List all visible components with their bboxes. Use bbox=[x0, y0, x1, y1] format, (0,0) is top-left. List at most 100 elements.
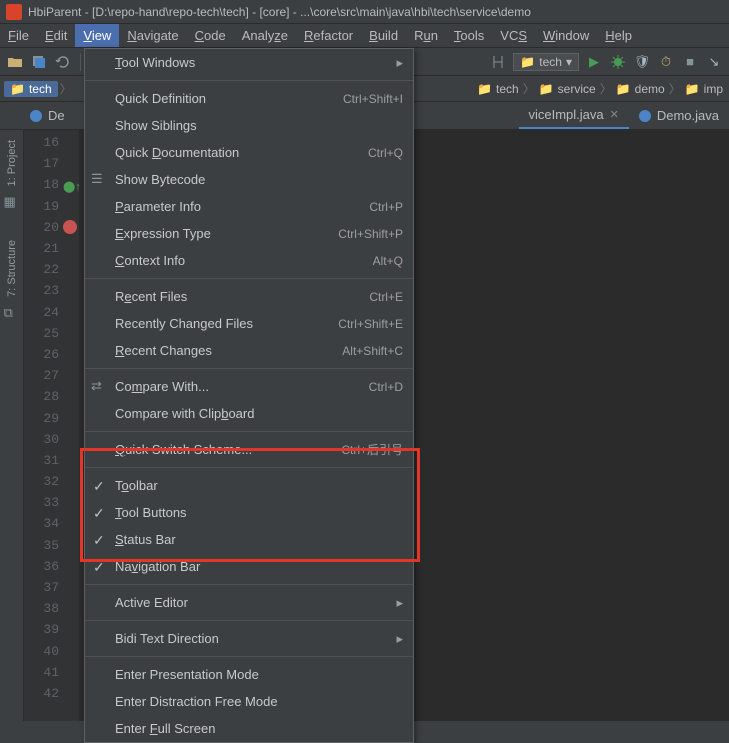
class-icon bbox=[639, 110, 651, 122]
menu-run[interactable]: Run bbox=[406, 24, 446, 47]
close-icon[interactable]: ✕ bbox=[610, 108, 619, 121]
line-number: 16 bbox=[24, 132, 79, 153]
refresh-icon[interactable] bbox=[54, 53, 72, 71]
line-number: 24 bbox=[24, 302, 79, 323]
tab-impl[interactable]: viceImpl.java✕ bbox=[519, 102, 629, 129]
line-number: 28 bbox=[24, 386, 79, 407]
submenu-arrow-icon: ▸ bbox=[396, 595, 403, 611]
submenu-arrow-icon: ▸ bbox=[396, 631, 403, 647]
menu-param-info[interactable]: Parameter InfoCtrl+P bbox=[85, 193, 413, 220]
structure-icon[interactable]: ⧉ bbox=[4, 305, 20, 321]
class-icon bbox=[30, 110, 42, 122]
menu-bidi[interactable]: Bidi Text Direction▸ bbox=[85, 625, 413, 652]
menu-quick-switch[interactable]: Quick Switch Scheme...Ctrl+后引号 bbox=[85, 436, 413, 463]
menu-view[interactable]: View bbox=[75, 24, 119, 47]
line-number: 35 bbox=[24, 535, 79, 556]
menu-bar: File Edit View Navigate Code Analyze Ref… bbox=[0, 24, 729, 48]
debug-icon[interactable] bbox=[609, 53, 627, 71]
menu-active-editor[interactable]: Active Editor▸ bbox=[85, 589, 413, 616]
window-title: HbiParent - [D:\repo-hand\repo-tech\tech… bbox=[28, 5, 531, 19]
view-menu-popup: Tool Windows▸ Quick DefinitionCtrl+Shift… bbox=[84, 48, 414, 743]
crumb-tech[interactable]: 📁tech bbox=[475, 82, 521, 96]
menu-build[interactable]: Build bbox=[361, 24, 406, 47]
project-icon[interactable]: ▦ bbox=[4, 194, 20, 210]
line-number: 39 bbox=[24, 619, 79, 640]
menu-tool-windows[interactable]: Tool Windows▸ bbox=[85, 49, 413, 76]
editor-gutter: 161718⬤↑19202122232425262728293031323334… bbox=[24, 130, 80, 721]
menu-file[interactable]: File bbox=[0, 24, 37, 47]
line-number: 27 bbox=[24, 365, 79, 386]
coverage-icon[interactable]: 🛡 bbox=[633, 53, 651, 71]
line-number: 17 bbox=[24, 153, 79, 174]
crumb-service[interactable]: 📁service bbox=[537, 82, 598, 96]
menu-expression-type[interactable]: Expression TypeCtrl+Shift+P bbox=[85, 220, 413, 247]
menu-full-screen[interactable]: Enter Full Screen bbox=[85, 715, 413, 742]
menu-recently-changed[interactable]: Recently Changed FilesCtrl+Shift+E bbox=[85, 310, 413, 337]
stop-icon[interactable]: ■ bbox=[681, 53, 699, 71]
line-number: 41 bbox=[24, 662, 79, 683]
crumb-demo[interactable]: 📁demo bbox=[614, 82, 667, 96]
bytecode-icon: ☰ bbox=[91, 171, 107, 187]
line-number: 31 bbox=[24, 450, 79, 471]
check-icon: ✓ bbox=[93, 532, 105, 549]
line-number: 26 bbox=[24, 344, 79, 365]
line-number: 38 bbox=[24, 598, 79, 619]
run-config-selector[interactable]: 📁 tech ▾ bbox=[513, 53, 579, 71]
attach-icon[interactable]: ↘ bbox=[705, 53, 723, 71]
line-number: 32 bbox=[24, 471, 79, 492]
menu-tools[interactable]: Tools bbox=[446, 24, 492, 47]
menu-navigate[interactable]: Navigate bbox=[119, 24, 186, 47]
check-icon: ✓ bbox=[93, 478, 105, 495]
run-config-label: tech bbox=[539, 55, 562, 69]
tab-demo[interactable]: Demo.java bbox=[629, 102, 729, 129]
submenu-arrow-icon: ▸ bbox=[396, 55, 403, 71]
menu-context-info[interactable]: Context InfoAlt+Q bbox=[85, 247, 413, 274]
line-number: 42 bbox=[24, 683, 79, 704]
menu-vcs[interactable]: VCS bbox=[492, 24, 535, 47]
menu-quick-doc[interactable]: Quick DocumentationCtrl+Q bbox=[85, 139, 413, 166]
open-icon[interactable] bbox=[6, 53, 24, 71]
diff-icon: ⇄ bbox=[91, 378, 107, 394]
line-number: 22 bbox=[24, 259, 79, 280]
save-all-icon[interactable] bbox=[30, 53, 48, 71]
line-number: 29 bbox=[24, 407, 79, 428]
line-number: 36 bbox=[24, 556, 79, 577]
menu-status-bar-toggle[interactable]: ✓Status Bar bbox=[85, 526, 413, 553]
tab-1[interactable]: De bbox=[0, 102, 75, 129]
menu-nav-bar-toggle[interactable]: ✓Navigation Bar bbox=[85, 553, 413, 580]
chevron-down-icon: ▾ bbox=[566, 55, 572, 69]
line-number: 23 bbox=[24, 280, 79, 301]
menu-show-siblings[interactable]: Show Siblings bbox=[85, 112, 413, 139]
menu-edit[interactable]: Edit bbox=[37, 24, 75, 47]
menu-quick-definition[interactable]: Quick DefinitionCtrl+Shift+I bbox=[85, 85, 413, 112]
tool-project[interactable]: 1: Project bbox=[6, 134, 18, 192]
line-number: 33 bbox=[24, 492, 79, 513]
menu-compare-with[interactable]: ⇄Compare With...Ctrl+D bbox=[85, 373, 413, 400]
app-icon bbox=[6, 4, 22, 20]
crumb-imp[interactable]: 📁imp bbox=[683, 82, 725, 96]
check-icon: ✓ bbox=[93, 559, 105, 576]
line-number: 34 bbox=[24, 513, 79, 534]
menu-presentation-mode[interactable]: Enter Presentation Mode bbox=[85, 661, 413, 688]
vcs-icon[interactable] bbox=[489, 53, 507, 71]
menu-window[interactable]: Window bbox=[535, 24, 597, 47]
menu-compare-clipboard[interactable]: Compare with Clipboard bbox=[85, 400, 413, 427]
module-tag[interactable]: 📁tech bbox=[4, 81, 58, 97]
menu-analyze[interactable]: Analyze bbox=[234, 24, 296, 47]
tool-structure[interactable]: 7: Structure bbox=[6, 234, 18, 303]
menu-toolbar-toggle[interactable]: ✓Toolbar bbox=[85, 472, 413, 499]
menu-refactor[interactable]: Refactor bbox=[296, 24, 361, 47]
menu-code[interactable]: Code bbox=[187, 24, 234, 47]
line-number: 20 bbox=[24, 217, 79, 238]
menu-recent-files[interactable]: Recent FilesCtrl+E bbox=[85, 283, 413, 310]
menu-recent-changes[interactable]: Recent ChangesAlt+Shift+C bbox=[85, 337, 413, 364]
menu-show-bytecode[interactable]: ☰Show Bytecode bbox=[85, 166, 413, 193]
check-icon: ✓ bbox=[93, 505, 105, 522]
run-icon[interactable]: ▶ bbox=[585, 53, 603, 71]
menu-distraction-free[interactable]: Enter Distraction Free Mode bbox=[85, 688, 413, 715]
profile-icon[interactable]: ⏱ bbox=[657, 53, 675, 71]
menu-tool-buttons-toggle[interactable]: ✓Tool Buttons bbox=[85, 499, 413, 526]
line-number: 21 bbox=[24, 238, 79, 259]
line-number: 18⬤↑ bbox=[24, 174, 79, 195]
menu-help[interactable]: Help bbox=[597, 24, 640, 47]
